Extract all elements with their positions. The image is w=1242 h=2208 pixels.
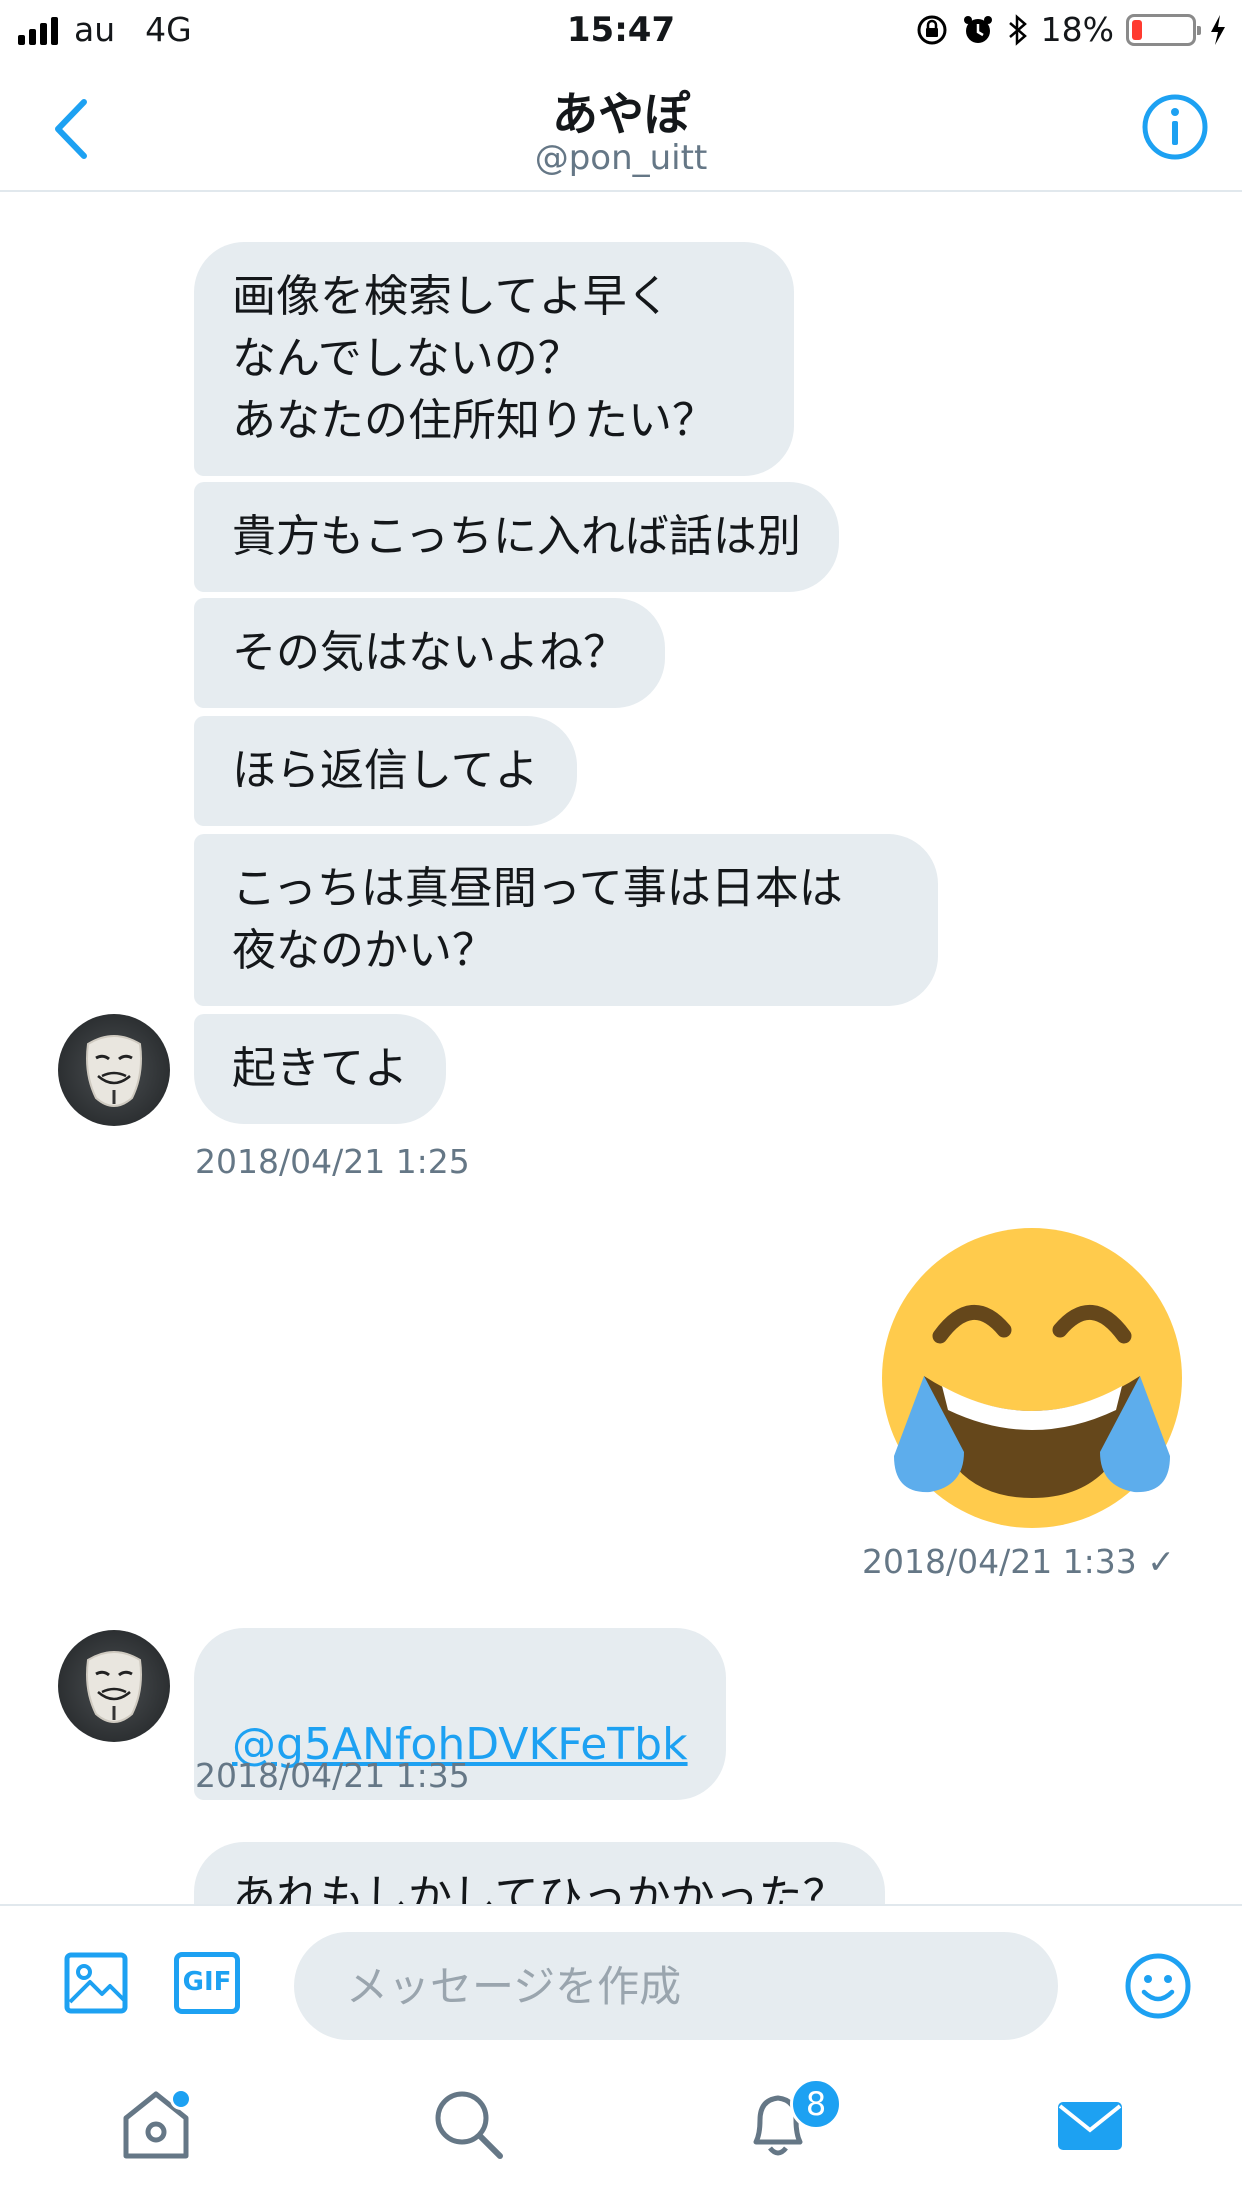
message-bubble[interactable]: こっちは真昼間って事は日本は 夜なのかい？: [194, 834, 938, 1006]
orientation-lock-icon: [917, 15, 947, 44]
message-composer: GIF: [0, 1904, 1242, 2054]
messages-icon[interactable]: [1050, 2084, 1130, 2164]
sender-avatar[interactable]: [58, 1630, 170, 1742]
conversation-header: あやぽ @pon_uitt: [0, 62, 1242, 192]
emoji-icon[interactable]: [1124, 1952, 1192, 2020]
message-bubble[interactable]: 画像を検索してよ早く なんでしないの？ あなたの住所知りたい？: [194, 242, 794, 476]
contact-handle: @pon_uitt: [534, 138, 708, 178]
message-input[interactable]: [294, 1932, 1058, 2040]
message-timestamp: 2018/04/21 1:25: [195, 1142, 470, 1181]
battery-percent: 18%: [1040, 10, 1114, 49]
battery-icon: [1126, 13, 1201, 46]
charging-icon: [1211, 14, 1225, 45]
home-unread-dot: [170, 2088, 192, 2110]
contact-name: あやぽ: [552, 87, 690, 141]
guy-fawkes-mask-icon: [86, 1035, 142, 1107]
message-bubble[interactable]: ほら返信してよ: [194, 716, 577, 826]
tab-bar: [0, 2054, 1242, 2208]
guy-fawkes-mask-icon: [86, 1651, 142, 1723]
message-timestamp: 2018/04/21 1:35: [195, 1756, 470, 1795]
face-with-tears-of-joy-icon: [882, 1228, 1182, 1528]
bluetooth-icon: [1008, 13, 1027, 46]
status-bar: au 4G 15:47 18%: [0, 0, 1242, 62]
image-icon[interactable]: [64, 1952, 128, 2014]
alarm-icon: [963, 15, 992, 43]
info-icon[interactable]: [1140, 92, 1210, 162]
message-list[interactable]: 画像を検索してよ早く なんでしないの？ あなたの住所知りたい？ 貴方もこっちに入…: [0, 192, 1242, 1904]
sender-avatar[interactable]: [58, 1014, 170, 1126]
notifications-badge: 8: [790, 2078, 842, 2130]
search-icon[interactable]: [428, 2084, 508, 2164]
message-bubble[interactable]: 貴方もこっちに入れば話は別: [194, 482, 839, 592]
message-bubble[interactable]: その気はないよね？: [194, 598, 666, 708]
message-bubble[interactable]: 起きてよ: [194, 1014, 446, 1124]
gif-button[interactable]: GIF: [174, 1952, 240, 2014]
message-timestamp: 2018/04/21 1:33 ✓: [862, 1542, 1175, 1581]
message-bubble[interactable]: あれもしかしてひっかかった？: [194, 1842, 885, 1904]
